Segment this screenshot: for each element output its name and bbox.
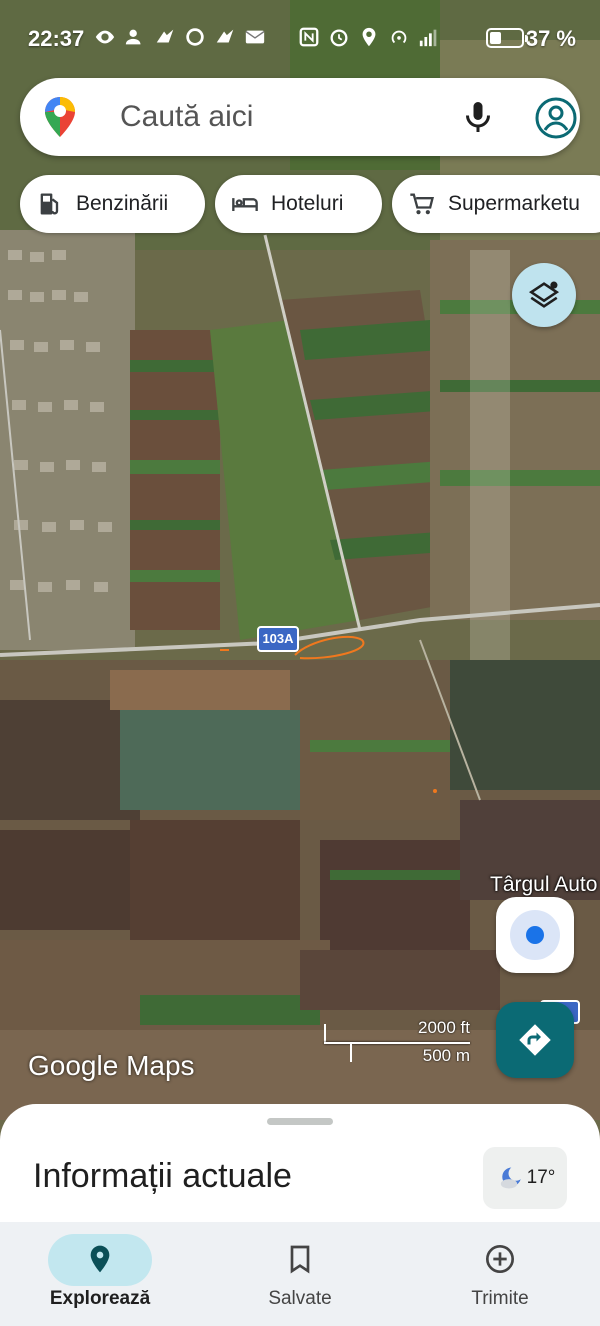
bed-icon [232, 198, 258, 211]
gas-station-icon [40, 193, 59, 215]
chip-label: Benzinării [76, 192, 169, 215]
map-scale: 2000 ft 500 m [322, 1018, 472, 1066]
sheet-drag-handle[interactable] [267, 1118, 333, 1125]
nav-explore[interactable]: Explorează [0, 1228, 200, 1324]
hotspot-icon [388, 26, 410, 48]
scale-tick [324, 1024, 326, 1044]
weather-chip[interactable]: 17° [483, 1147, 567, 1209]
app-notification-icon-2 [214, 26, 236, 48]
search-input[interactable] [120, 98, 420, 136]
google-maps-pin-icon [45, 97, 75, 137]
add-circle-icon [486, 1245, 514, 1273]
bottom-navigation: Explorează Salvate Trimite [0, 1222, 600, 1326]
app-notification-icon [154, 26, 176, 48]
bottom-sheet[interactable]: Informații actuale 17° [0, 1104, 600, 1234]
chip-gas-stations[interactable]: Benzinării [20, 175, 205, 233]
eye-icon [94, 26, 116, 48]
shopping-cart-icon [410, 193, 434, 215]
road-shield-103a: 103A [257, 626, 299, 652]
nav-saved[interactable]: Salvate [200, 1228, 400, 1324]
weather-temp: 17° [526, 1167, 556, 1188]
my-location-icon [526, 926, 544, 944]
user-add-icon [124, 26, 146, 48]
bookmark-icon [290, 1245, 310, 1274]
scale-metric: 500 m [422, 1046, 470, 1065]
chip-label: Hoteluri [271, 192, 344, 215]
system-icons [298, 26, 440, 48]
status-bar: 22:37 37 % [0, 0, 600, 78]
chip-hotels[interactable]: Hoteluri [215, 175, 382, 233]
location-pin-icon [90, 1245, 110, 1273]
account-avatar-icon[interactable] [534, 96, 578, 140]
notification-icons [94, 26, 266, 48]
nav-contribute[interactable]: Trimite [400, 1228, 600, 1324]
chip-label: Supermarketu [448, 192, 580, 215]
layers-icon [528, 281, 560, 308]
scale-imperial: 2000 ft [418, 1018, 470, 1037]
nfc-icon [298, 26, 320, 48]
chip-supermarkets[interactable]: Supermarketu [392, 175, 600, 233]
directions-button[interactable] [496, 1002, 574, 1078]
my-location-button[interactable] [496, 897, 574, 973]
signal-icon [418, 26, 440, 48]
scale-tick [350, 1042, 352, 1062]
scale-line [324, 1042, 470, 1044]
directions-icon [519, 1024, 551, 1056]
place-label[interactable]: Târgul Auto [490, 873, 597, 897]
night-cloudy-icon [500, 1167, 521, 1189]
category-chips: Benzinării Hoteluri Supermarketu [20, 175, 600, 233]
sheet-title: Informații actuale [33, 1157, 292, 1195]
battery-percent: 37 % [525, 26, 576, 51]
google-maps-logo: Google Maps [28, 1050, 195, 1081]
nav-label: Salvate [268, 1288, 332, 1309]
sync-icon [184, 26, 206, 48]
battery-icon [486, 28, 528, 48]
layers-button[interactable] [512, 263, 576, 327]
status-time: 22:37 [28, 26, 85, 51]
mic-icon[interactable] [460, 98, 496, 136]
nav-label: Trimite [471, 1288, 529, 1309]
alarm-icon [328, 26, 350, 48]
mail-icon [244, 26, 266, 48]
search-bar[interactable] [20, 78, 580, 156]
location-icon [358, 26, 380, 48]
nav-label: Explorează [49, 1288, 151, 1309]
